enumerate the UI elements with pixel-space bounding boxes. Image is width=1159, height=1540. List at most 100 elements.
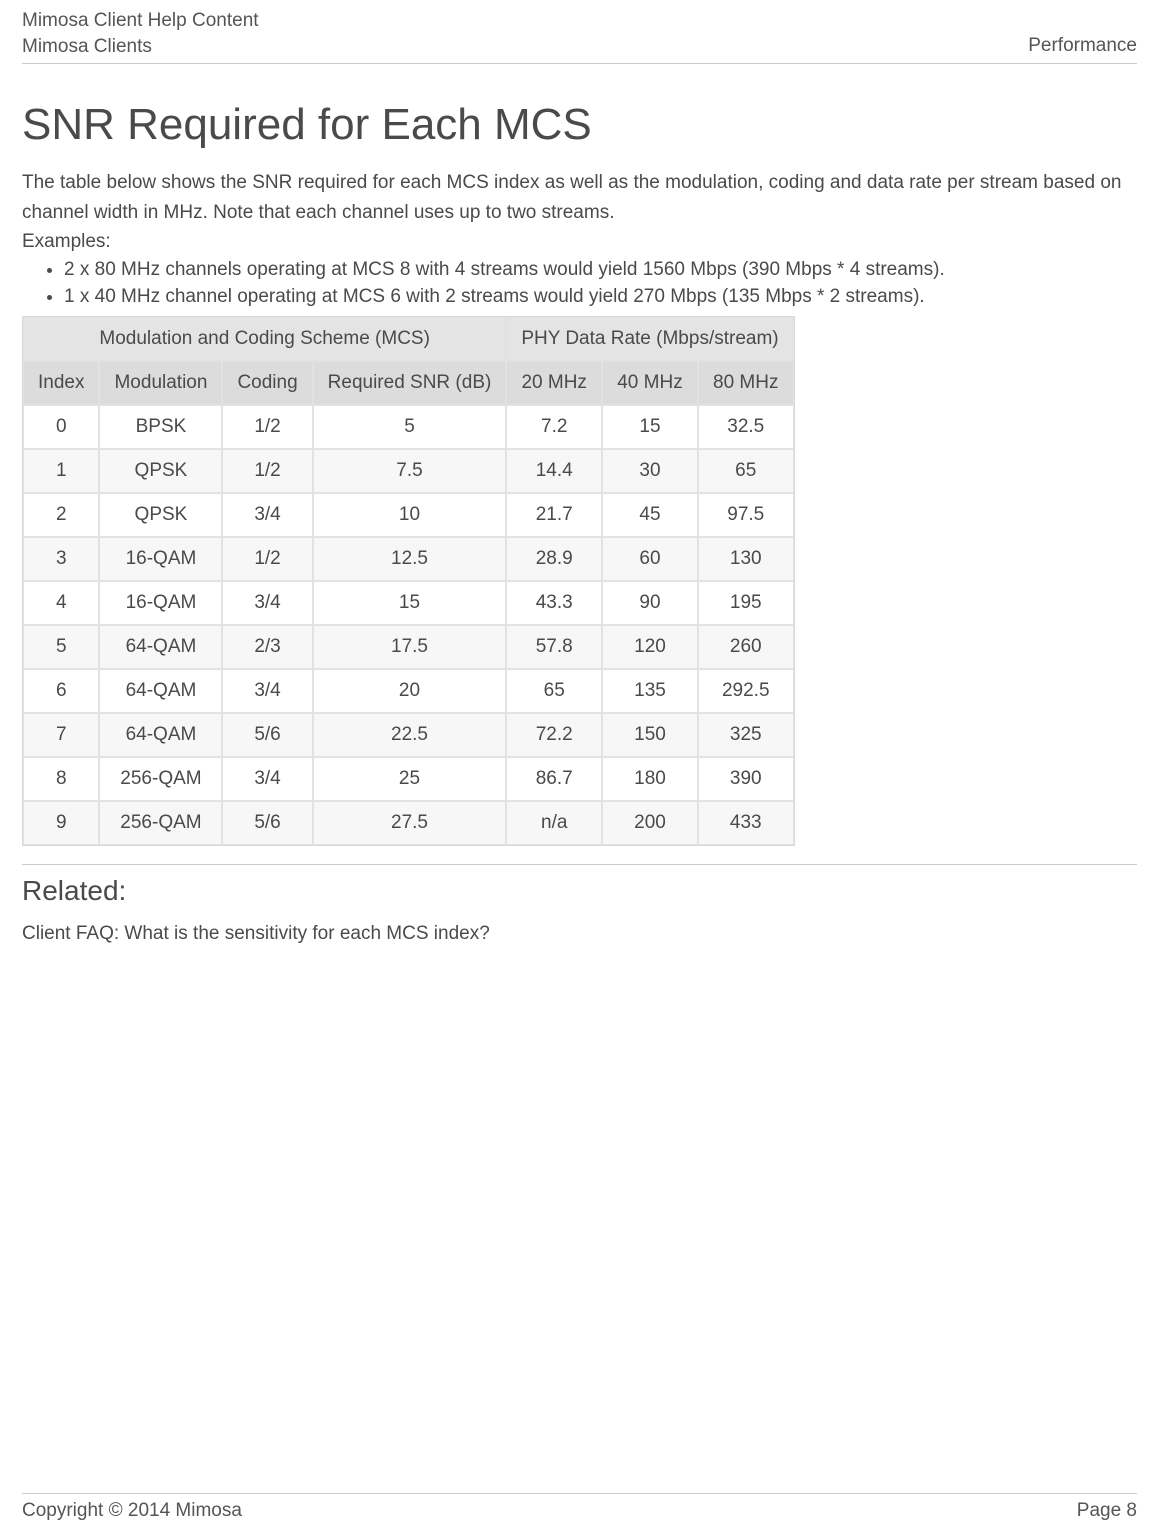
table-cell: 260	[698, 625, 794, 669]
table-cell: 433	[698, 801, 794, 845]
intro-paragraph: The table below shows the SNR required f…	[22, 168, 1137, 227]
table-cell: 16-QAM	[99, 581, 222, 625]
header-left: Mimosa Client Help Content Mimosa Client…	[22, 8, 259, 59]
table-cell: 64-QAM	[99, 625, 222, 669]
list-item: 2 x 80 MHz channels operating at MCS 8 w…	[64, 257, 1137, 284]
table-cell: 256-QAM	[99, 757, 222, 801]
table-cell: 32.5	[698, 405, 794, 449]
table-cell: n/a	[506, 801, 602, 845]
table-cell: 9	[23, 801, 99, 845]
table-cell: 7.5	[313, 449, 507, 493]
table-cell: 325	[698, 713, 794, 757]
table-row: 564-QAM2/317.557.8120260	[23, 625, 794, 669]
table-cell: 12.5	[313, 537, 507, 581]
table-cell: 72.2	[506, 713, 602, 757]
table-cell: 17.5	[313, 625, 507, 669]
table-cell: 22.5	[313, 713, 507, 757]
table-cell: 45	[602, 493, 698, 537]
table-cell: 1/2	[222, 449, 312, 493]
table-cell: 4	[23, 581, 99, 625]
table-cell: BPSK	[99, 405, 222, 449]
table-cell: 2	[23, 493, 99, 537]
table-row: 1QPSK1/27.514.43065	[23, 449, 794, 493]
table-cell: 3	[23, 537, 99, 581]
table-cell: 97.5	[698, 493, 794, 537]
col-header: Modulation	[99, 361, 222, 405]
table-cell: 200	[602, 801, 698, 845]
table-cell: 64-QAM	[99, 713, 222, 757]
table-cell: 292.5	[698, 669, 794, 713]
table-cell: 10	[313, 493, 507, 537]
table-cell: 5/6	[222, 801, 312, 845]
table-row: 764-QAM5/622.572.2150325	[23, 713, 794, 757]
table-cell: 180	[602, 757, 698, 801]
table-cell: 120	[602, 625, 698, 669]
table-cell: 15	[602, 405, 698, 449]
table-cell: 5	[23, 625, 99, 669]
table-cell: 8	[23, 757, 99, 801]
table-cell: 6	[23, 669, 99, 713]
table-cell: 1/2	[222, 537, 312, 581]
table-row: 8256-QAM3/42586.7180390	[23, 757, 794, 801]
table-cell: 1/2	[222, 405, 312, 449]
related-heading: Related:	[22, 875, 1137, 907]
table-row: 316-QAM1/212.528.960130	[23, 537, 794, 581]
table-cell: 20	[313, 669, 507, 713]
table-cell: 25	[313, 757, 507, 801]
divider	[22, 864, 1137, 865]
header-title-line2: Mimosa Clients	[22, 34, 259, 60]
col-header: Required SNR (dB)	[313, 361, 507, 405]
table-cell: 3/4	[222, 669, 312, 713]
table-cell: 65	[506, 669, 602, 713]
table-cell: 27.5	[313, 801, 507, 845]
table-cell: 390	[698, 757, 794, 801]
table-cell: 256-QAM	[99, 801, 222, 845]
table-cell: 3/4	[222, 757, 312, 801]
table-cell: 135	[602, 669, 698, 713]
table-cell: 2/3	[222, 625, 312, 669]
table-cell: 1	[23, 449, 99, 493]
table-cell: 195	[698, 581, 794, 625]
copyright: Copyright © 2014 Mimosa	[22, 1500, 242, 1522]
page-footer: Copyright © 2014 Mimosa Page 8	[22, 1493, 1137, 1522]
col-header: Coding	[222, 361, 312, 405]
page-title: SNR Required for Each MCS	[22, 100, 1137, 150]
col-header: 80 MHz	[698, 361, 794, 405]
table-cell: 7.2	[506, 405, 602, 449]
table-cell: 57.8	[506, 625, 602, 669]
table-cell: 21.7	[506, 493, 602, 537]
table-cell: 5/6	[222, 713, 312, 757]
page-number: Page 8	[1077, 1500, 1137, 1522]
col-header: 20 MHz	[506, 361, 602, 405]
table-row: 0BPSK1/257.21532.5	[23, 405, 794, 449]
examples-label: Examples:	[22, 231, 1137, 253]
table-cell: 30	[602, 449, 698, 493]
table-cell: 0	[23, 405, 99, 449]
table-cell: 5	[313, 405, 507, 449]
table-cell: 7	[23, 713, 99, 757]
table-row: 416-QAM3/41543.390195	[23, 581, 794, 625]
group-header-phy: PHY Data Rate (Mbps/stream)	[506, 317, 793, 361]
table-row: 664-QAM3/42065135292.5	[23, 669, 794, 713]
header-title-line1: Mimosa Client Help Content	[22, 8, 259, 34]
table-cell: 15	[313, 581, 507, 625]
examples-list: 2 x 80 MHz channels operating at MCS 8 w…	[22, 257, 1137, 310]
table-cell: 90	[602, 581, 698, 625]
table-cell: 150	[602, 713, 698, 757]
table-cell: 64-QAM	[99, 669, 222, 713]
page-header: Mimosa Client Help Content Mimosa Client…	[22, 8, 1137, 64]
table-cell: 3/4	[222, 581, 312, 625]
group-header-mcs: Modulation and Coding Scheme (MCS)	[23, 317, 506, 361]
table-cell: 3/4	[222, 493, 312, 537]
table-cell: QPSK	[99, 449, 222, 493]
col-header: Index	[23, 361, 99, 405]
table-row: 9256-QAM5/627.5n/a200433	[23, 801, 794, 845]
table-cell: 130	[698, 537, 794, 581]
table-cell: 65	[698, 449, 794, 493]
table-cell: 60	[602, 537, 698, 581]
col-header: 40 MHz	[602, 361, 698, 405]
table-cell: 86.7	[506, 757, 602, 801]
table-row: 2QPSK3/41021.74597.5	[23, 493, 794, 537]
table-cell: 28.9	[506, 537, 602, 581]
related-link[interactable]: Client FAQ: What is the sensitivity for …	[22, 923, 1137, 945]
